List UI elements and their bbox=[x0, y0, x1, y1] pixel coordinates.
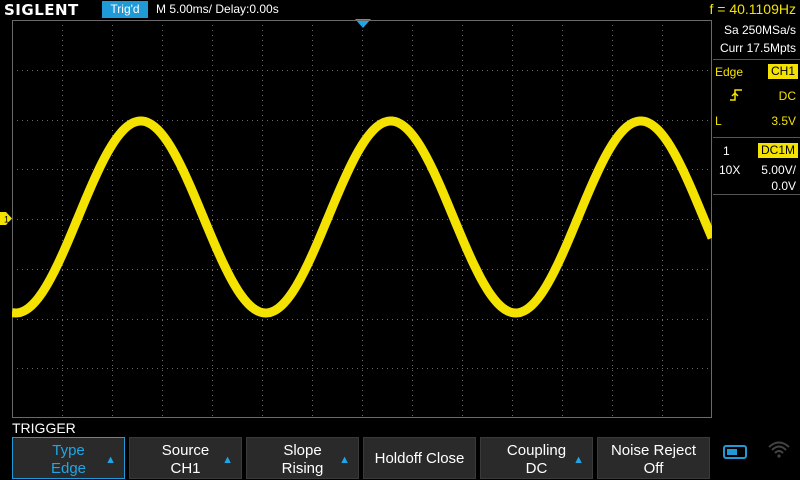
softkey-coupling[interactable]: Coupling DC ▲ bbox=[480, 437, 593, 479]
menu-title: TRIGGER bbox=[12, 420, 76, 436]
softkey-noise-reject[interactable]: Noise Reject Off bbox=[597, 437, 710, 479]
volts-per-div-readout: 5.00V/ bbox=[761, 163, 796, 177]
panel-divider bbox=[713, 194, 800, 195]
probe-attenuation: 10X bbox=[719, 163, 741, 177]
memory-depth-readout: Curr 17.5Mpts bbox=[719, 41, 796, 55]
waveform-display[interactable] bbox=[12, 20, 712, 418]
softkey-label: Noise Reject bbox=[610, 442, 697, 459]
ch1-waveform bbox=[12, 116, 712, 318]
trigger-status-badge: Trig'd bbox=[102, 1, 148, 18]
panel-divider bbox=[713, 137, 800, 138]
softkey-holdoff[interactable]: Holdoff Close bbox=[363, 437, 476, 479]
softkey-value: Off bbox=[643, 460, 664, 477]
top-status-bar: SIGLENT Trig'd M 5.00ms/ Delay:0.00s f =… bbox=[0, 0, 800, 20]
trigger-coupling-readout: DC bbox=[778, 89, 796, 103]
wifi-icon bbox=[768, 441, 790, 458]
channel-number: 1 bbox=[723, 144, 730, 158]
panel-divider bbox=[713, 59, 800, 60]
timebase-readout[interactable]: M 5.00ms/ Delay:0.00s bbox=[156, 2, 279, 16]
graticule bbox=[12, 20, 712, 418]
trigger-level-readout: 3.5V bbox=[771, 114, 796, 128]
channel-offset-readout: 0.0V bbox=[771, 179, 796, 193]
up-arrow-icon: ▲ bbox=[339, 454, 350, 466]
up-arrow-icon: ▲ bbox=[105, 454, 116, 466]
channel-coupling-badge: DC1M bbox=[757, 143, 798, 158]
right-info-panel: Sa 250MSa/s Curr 17.5Mpts Edge CH1 DC L … bbox=[713, 20, 800, 418]
trigger-type-label: Edge bbox=[715, 65, 744, 79]
sample-rate-readout: Sa 250MSa/s bbox=[723, 23, 796, 37]
softkey-type[interactable]: Type Edge ▲ bbox=[12, 437, 125, 479]
softkey-source[interactable]: Source CH1 ▲ bbox=[129, 437, 242, 479]
up-arrow-icon: ▲ bbox=[222, 454, 233, 466]
frequency-readout: f = 40.1109Hz bbox=[709, 1, 796, 17]
ch1-offset-marker[interactable]: 1 bbox=[0, 212, 12, 225]
softkey-slope[interactable]: Slope Rising ▲ bbox=[246, 437, 359, 479]
usb-icon bbox=[723, 445, 747, 459]
rising-edge-icon bbox=[730, 89, 742, 101]
trigger-source-badge: CH1 bbox=[767, 64, 798, 79]
up-arrow-icon: ▲ bbox=[573, 454, 584, 466]
brand-logo: SIGLENT bbox=[4, 1, 79, 19]
trigger-level-label: L bbox=[715, 114, 722, 128]
ch1-marker-label: 1 bbox=[4, 215, 9, 225]
softkey-label: Holdoff Close bbox=[374, 450, 465, 467]
status-icon-area bbox=[713, 437, 800, 480]
